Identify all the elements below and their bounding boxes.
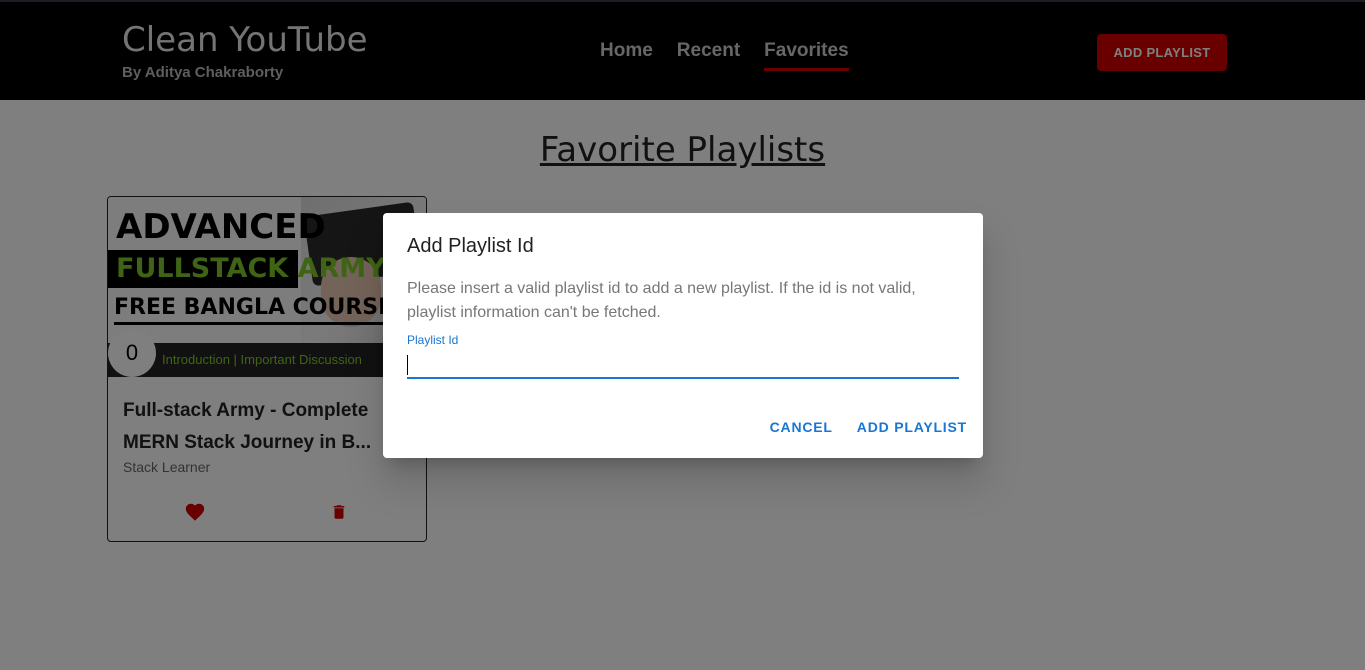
text-caret [407,355,408,375]
add-playlist-dialog: Add Playlist Id Please insert a valid pl… [383,213,983,458]
dialog-actions: CANCEL ADD PLAYLIST [770,419,967,435]
dialog-title: Add Playlist Id [407,235,534,257]
dialog-description: Please insert a valid playlist id to add… [407,280,916,321]
confirm-add-playlist-button[interactable]: ADD PLAYLIST [857,419,967,435]
playlist-id-input[interactable] [407,349,959,379]
playlist-id-label: Playlist Id [407,333,459,347]
cancel-button[interactable]: CANCEL [770,419,833,435]
